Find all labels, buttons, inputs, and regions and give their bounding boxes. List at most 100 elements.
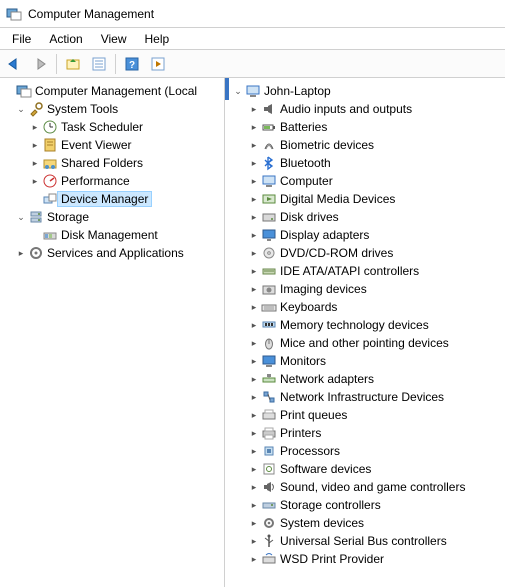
device-category[interactable]: ▸Imaging devices [225,280,505,298]
expander-closed-icon[interactable]: ▸ [247,498,261,512]
node-label: Storage [44,210,92,224]
menu-action[interactable]: Action [41,30,90,48]
menu-file[interactable]: File [4,30,39,48]
expander-closed-icon[interactable]: ▸ [247,300,261,314]
device-category[interactable]: ▸ Monitors [225,352,505,370]
device-category[interactable]: ▸Computer [225,172,505,190]
expander-closed-icon[interactable]: ▸ [247,534,261,548]
expander-closed-icon[interactable]: ▸ [28,120,42,134]
services-icon [28,245,44,261]
node-label: IDE ATA/ATAPI controllers [277,264,422,278]
node-event-viewer[interactable]: ▸ Event Viewer [0,136,224,154]
device-category[interactable]: ▸Processors [225,442,505,460]
printqueue-icon [261,407,277,423]
expander-closed-icon[interactable]: ▸ [247,408,261,422]
expander-closed-icon[interactable]: ▸ [28,156,42,170]
device-category[interactable]: ▸Storage controllers [225,496,505,514]
expander-closed-icon[interactable]: ▸ [247,336,261,350]
device-category[interactable]: ▸DVD/CD-ROM drives [225,244,505,262]
expander-open-icon[interactable]: ⌄ [14,102,28,116]
device-category[interactable]: ▸Batteries [225,118,505,136]
menu-view[interactable]: View [93,30,135,48]
device-category[interactable]: ▸ Memory technology devices [225,316,505,334]
device-category[interactable]: ▸Keyboards [225,298,505,316]
node-label: Memory technology devices [277,318,432,332]
expander-closed-icon[interactable]: ▸ [14,246,28,260]
node-label: Disk Management [58,228,161,242]
expander-closed-icon[interactable]: ▸ [28,174,42,188]
expander-closed-icon[interactable]: ▸ [247,174,261,188]
expander-closed-icon[interactable]: ▸ [247,444,261,458]
device-category[interactable]: ▸System devices [225,514,505,532]
menu-help[interactable]: Help [137,30,178,48]
node-label: Disk drives [277,210,342,224]
expander-closed-icon[interactable]: ▸ [247,372,261,386]
help-button[interactable]: ? [120,53,144,75]
expander-closed-icon[interactable]: ▸ [247,282,261,296]
back-button[interactable] [2,53,26,75]
expander-closed-icon[interactable]: ▸ [247,480,261,494]
up-button[interactable] [61,53,85,75]
expander-closed-icon[interactable]: ▸ [247,102,261,116]
expander-closed-icon[interactable]: ▸ [247,246,261,260]
node-label: System Tools [44,102,121,116]
node-label: Performance [58,174,133,188]
device-category[interactable]: ▸Display adapters [225,226,505,244]
node-storage[interactable]: ⌄ Storage [0,208,224,226]
expander-open-icon[interactable]: ⌄ [14,210,28,224]
node-device-manager[interactable]: ▸ Device Manager [0,190,224,208]
node-system-tools[interactable]: ⌄ System Tools [0,100,224,118]
device-category[interactable]: ▸Bluetooth [225,154,505,172]
node-performance[interactable]: ▸ Performance [0,172,224,190]
expander-closed-icon[interactable]: ▸ [247,462,261,476]
device-category[interactable]: ▸Network adapters [225,370,505,388]
node-services-apps[interactable]: ▸ Services and Applications [0,244,224,262]
device-category[interactable]: ▸ IDE ATA/ATAPI controllers [225,262,505,280]
camera-icon [261,281,277,297]
expander-closed-icon[interactable]: ▸ [247,264,261,278]
expander-closed-icon[interactable]: ▸ [247,156,261,170]
netinfra-icon [261,389,277,405]
window-title: Computer Management [28,7,154,21]
cpu-icon [261,443,277,459]
expander-closed-icon[interactable]: ▸ [247,552,261,566]
node-label: Monitors [277,354,329,368]
node-task-scheduler[interactable]: ▸ Task Scheduler [0,118,224,136]
show-hide-button[interactable] [146,53,170,75]
device-category[interactable]: ▸Sound, video and game controllers [225,478,505,496]
device-category[interactable]: ▸ Disk drives [225,208,505,226]
device-category[interactable]: ▸WSD Print Provider [225,550,505,568]
properties-button[interactable] [87,53,111,75]
expander-closed-icon[interactable]: ▸ [247,210,261,224]
device-category[interactable]: ▸Digital Media Devices [225,190,505,208]
expander-closed-icon[interactable]: ▸ [247,228,261,242]
device-category[interactable]: ▸Software devices [225,460,505,478]
device-category[interactable]: ▸Audio inputs and outputs [225,100,505,118]
forward-button[interactable] [28,53,52,75]
expander-closed-icon[interactable]: ▸ [247,390,261,404]
expander-closed-icon[interactable]: ▸ [247,354,261,368]
toolbar-separator [115,54,116,74]
device-category[interactable]: ▸Print queues [225,406,505,424]
expander-closed-icon[interactable]: ▸ [247,192,261,206]
device-category[interactable]: ▸Network Infrastructure Devices [225,388,505,406]
battery-icon [261,119,277,135]
storage-icon [28,209,44,225]
node-disk-management[interactable]: ▸ Disk Management [0,226,224,244]
device-category[interactable]: ▸Mice and other pointing devices [225,334,505,352]
device-category[interactable]: ▸Biometric devices [225,136,505,154]
device-category[interactable]: ▸Universal Serial Bus controllers [225,532,505,550]
expander-closed-icon[interactable]: ▸ [247,318,261,332]
node-root[interactable]: ▶ Computer Management (Local [0,82,224,100]
device-category[interactable]: ▸Printers [225,424,505,442]
expander-closed-icon[interactable]: ▸ [247,516,261,530]
expander-closed-icon[interactable]: ▸ [247,138,261,152]
node-shared-folders[interactable]: ▸ Shared Folders [0,154,224,172]
expander-closed-icon[interactable]: ▸ [28,138,42,152]
device-root[interactable]: ⌄ John-Laptop [225,82,505,100]
expander-closed-icon[interactable]: ▸ [247,426,261,440]
computer-icon [245,83,261,99]
toolbar: ? [0,50,505,78]
expander-open-icon[interactable]: ⌄ [231,84,245,98]
expander-closed-icon[interactable]: ▸ [247,120,261,134]
